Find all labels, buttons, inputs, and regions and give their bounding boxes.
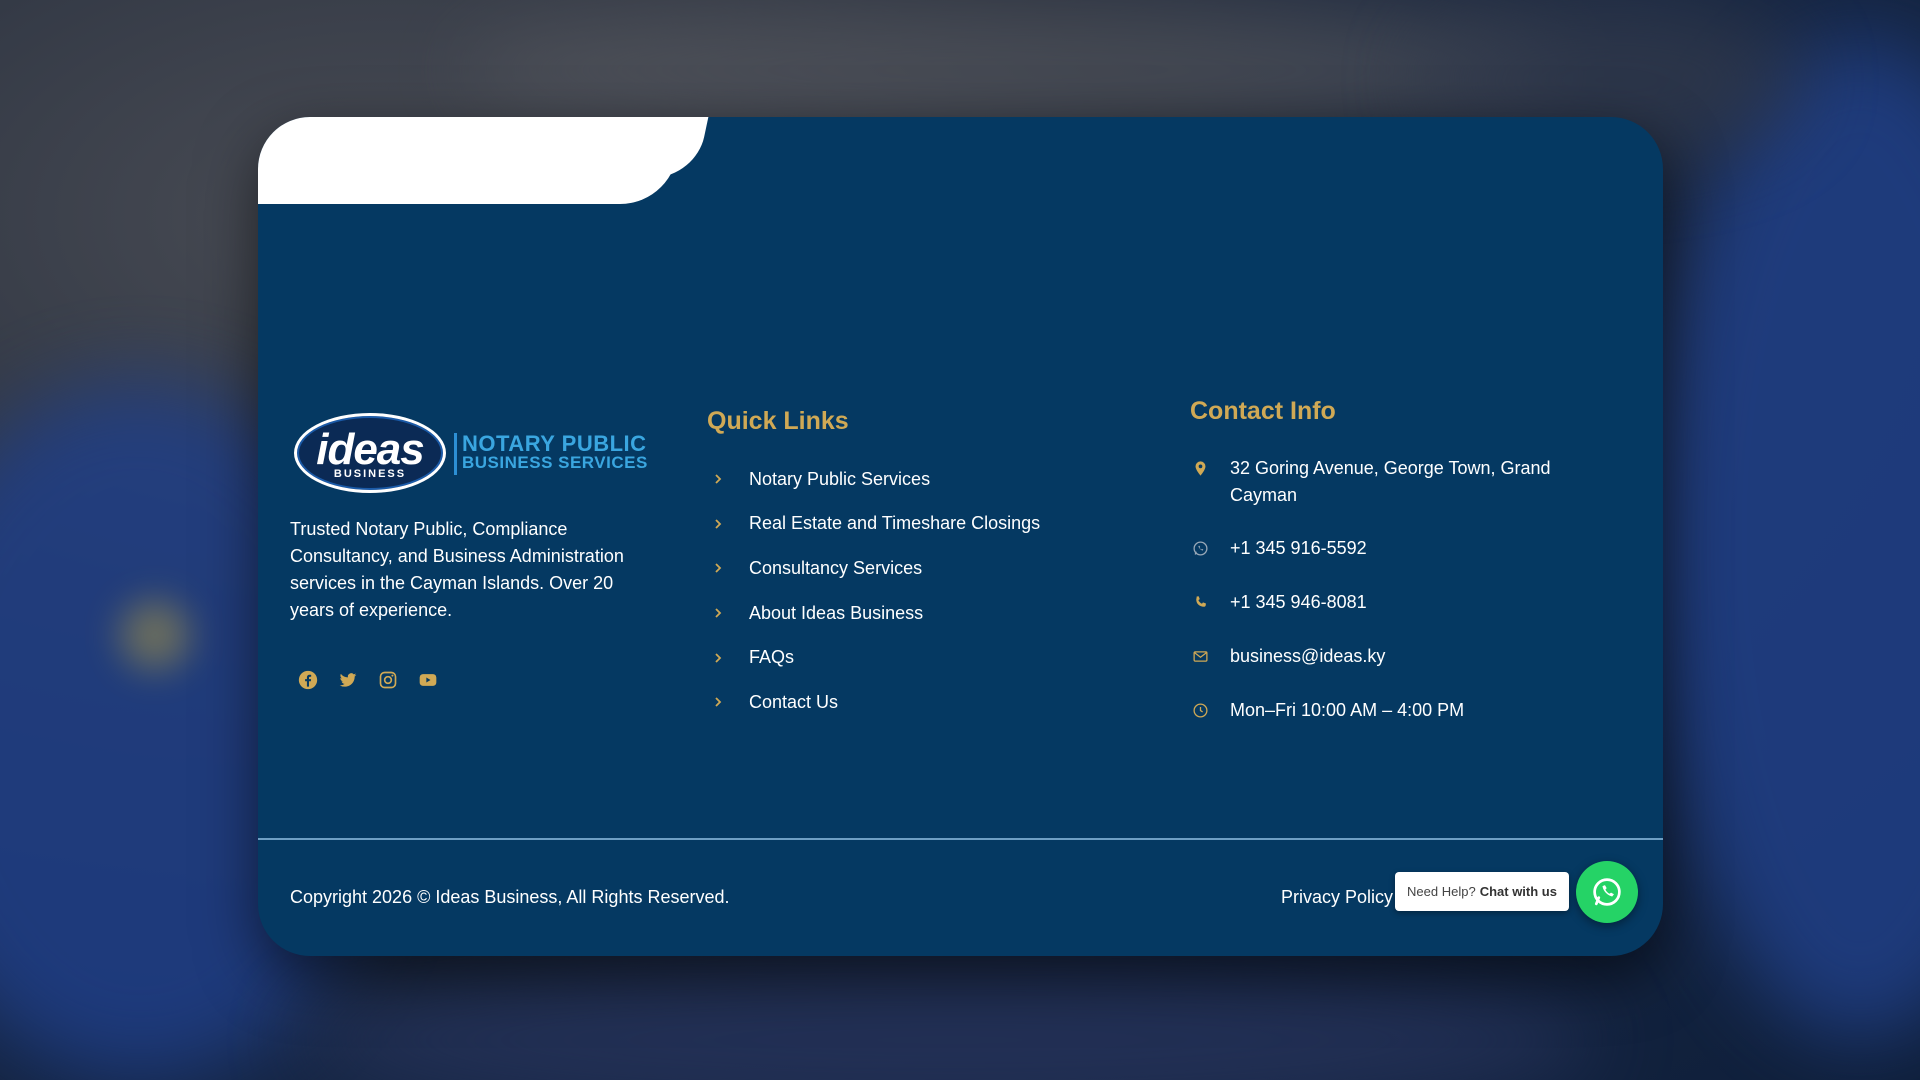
site-footer: ideas BUSINESS NOTARY PUBLIC BUSINESS SE… [258, 117, 1663, 956]
contact-phone[interactable]: +1 345 946-8081 [1190, 589, 1570, 643]
contact-address: 32 Goring Avenue, George Town, Grand Cay… [1190, 455, 1570, 535]
quick-link-real-estate[interactable]: Real Estate and Timeshare Closings [707, 502, 1040, 547]
chevron-right-icon [713, 607, 725, 619]
chat-prompt-bubble[interactable]: Need Help? Chat with us [1395, 872, 1569, 911]
footer-divider [258, 838, 1663, 840]
privacy-policy-link[interactable]: Privacy Policy [1281, 887, 1393, 908]
phone-icon [1190, 589, 1210, 616]
instagram-icon[interactable] [378, 670, 398, 690]
youtube-icon[interactable] [418, 670, 438, 690]
contact-info-title: Contact Info [1190, 397, 1336, 425]
quick-link-label: Real Estate and Timeshare Closings [749, 513, 1041, 534]
quick-link-label: Consultancy Services [749, 557, 923, 578]
quick-links-list: Notary Public Services Real Estate and T… [707, 457, 1040, 725]
clock-icon [1190, 697, 1210, 724]
chat-prompt-text: Need Help? [1407, 884, 1476, 899]
copyright-text: Copyright 2026 © Ideas Business, All Rig… [290, 887, 730, 907]
chevron-right-icon [713, 696, 725, 708]
quick-link-label: Contact Us [749, 691, 839, 712]
quick-links-title: Quick Links [707, 407, 849, 435]
contact-whatsapp-text: +1 345 916-5592 [1230, 538, 1367, 558]
corner-tab [258, 117, 678, 204]
contact-email[interactable]: business@ideas.ky [1190, 643, 1570, 697]
contact-info-list: 32 Goring Avenue, George Town, Grand Cay… [1190, 455, 1570, 724]
facebook-icon[interactable] [298, 670, 318, 690]
chevron-right-icon [713, 473, 725, 485]
contact-hours-text: Mon–Fri 10:00 AM – 4:00 PM [1230, 700, 1465, 720]
contact-hours: Mon–Fri 10:00 AM – 4:00 PM [1190, 697, 1570, 724]
contact-phone-text: +1 345 946-8081 [1230, 592, 1367, 612]
brand-description: Trusted Notary Public, Compliance Consul… [290, 519, 624, 620]
quick-link-label: Notary Public Services [749, 468, 931, 489]
quick-link-faqs[interactable]: FAQs [707, 635, 1040, 680]
twitter-icon[interactable] [338, 670, 358, 690]
quick-link-consultancy[interactable]: Consultancy Services [707, 546, 1040, 591]
logo-emblem: ideas BUSINESS [294, 413, 446, 493]
map-pin-icon [1190, 455, 1210, 482]
whatsapp-chat-button[interactable] [1576, 861, 1638, 923]
quick-link-notary[interactable]: Notary Public Services [707, 457, 1040, 502]
contact-whatsapp[interactable]: +1 345 916-5592 [1190, 535, 1570, 589]
chevron-right-icon [713, 518, 725, 530]
logo-tagline-2: BUSINESS SERVICES [462, 453, 648, 472]
company-logo[interactable]: ideas BUSINESS NOTARY PUBLIC BUSINESS SE… [294, 413, 654, 493]
quick-link-label: FAQs [749, 647, 795, 668]
whatsapp-icon [1593, 878, 1621, 906]
quick-link-label: About Ideas Business [749, 602, 924, 623]
chevron-right-icon [713, 562, 725, 574]
contact-address-text: 32 Goring Avenue, George Town, Grand Cay… [1230, 458, 1551, 505]
mail-icon [1190, 643, 1210, 670]
quick-link-contact[interactable]: Contact Us [707, 680, 1040, 725]
chevron-right-icon [713, 652, 725, 664]
social-links [298, 670, 438, 690]
whatsapp-icon [1190, 535, 1210, 562]
quick-link-about[interactable]: About Ideas Business [707, 591, 1040, 636]
chat-action-text: Chat with us [1479, 884, 1557, 899]
logo-divider [454, 433, 457, 475]
contact-email-text: business@ideas.ky [1230, 646, 1386, 666]
